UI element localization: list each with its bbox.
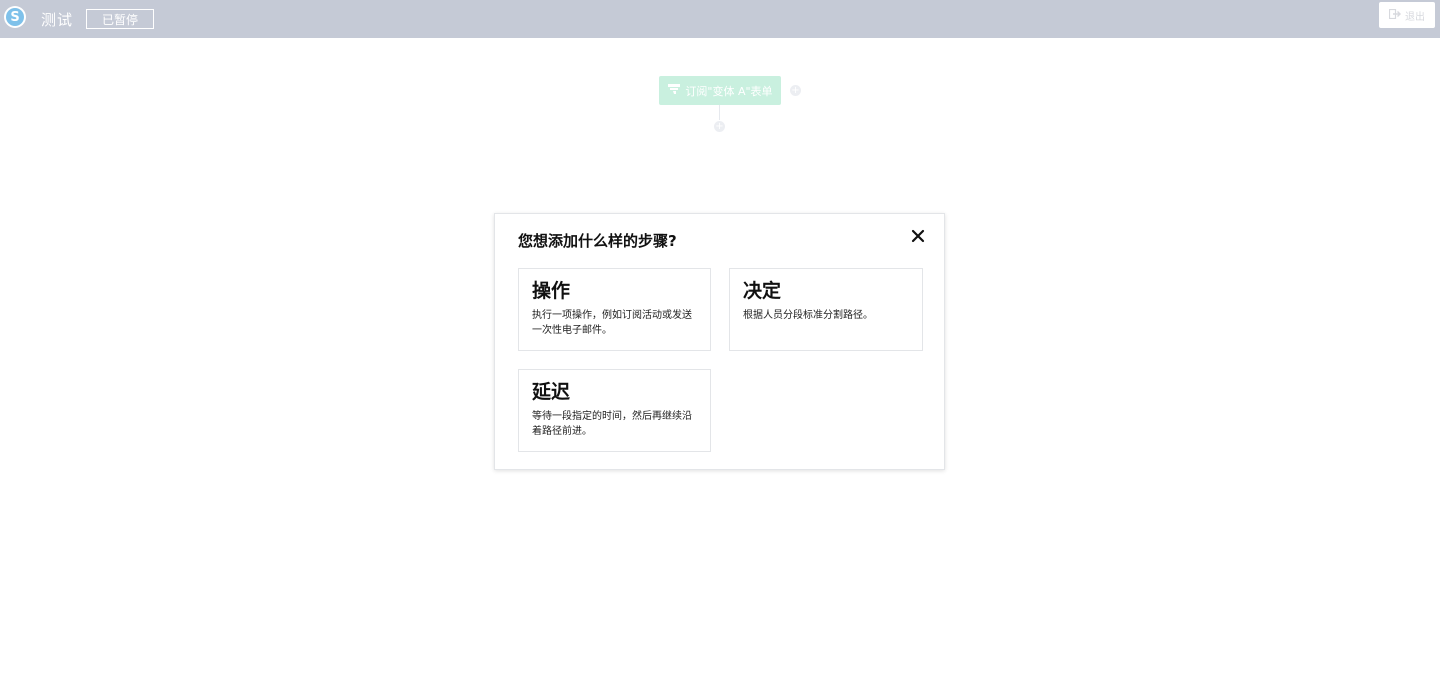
add-step-dialog: 您想添加什么样的步骤? 操作 执行一项操作，例如订阅活动或发送一次性电子邮件。 … [494,213,945,470]
option-description: 等待一段指定的时间，然后再继续沿着路径前进。 [532,411,692,437]
plus-icon: + [715,120,724,132]
option-title: 操作 [532,280,571,302]
trigger-node[interactable]: 订阅"变体 A"表单 [659,76,781,105]
status-badge: 已暂停 [86,9,154,29]
option-decision[interactable]: 决定 根据人员分段标准分割路径。 [729,268,923,351]
option-title: 决定 [743,280,782,302]
plus-icon: + [791,84,800,96]
add-step-button[interactable]: + [714,121,725,132]
page-title: 测试 [41,11,74,29]
form-icon [667,83,681,98]
option-description: 执行一项操作，例如订阅活动或发送一次性电子邮件。 [532,310,692,336]
trigger-label: 订阅"变体 A"表单 [685,84,773,98]
option-delay[interactable]: 延迟 等待一段指定的时间，然后再继续沿着路径前进。 [518,369,711,452]
add-branch-button[interactable]: + [790,85,801,96]
exit-button[interactable]: 退出 [1379,2,1435,28]
option-title: 延迟 [532,381,571,403]
option-action[interactable]: 操作 执行一项操作，例如订阅活动或发送一次性电子邮件。 [518,268,711,351]
dialog-title: 您想添加什么样的步骤? [518,232,677,250]
app-logo[interactable]: S [4,6,26,28]
logo-letter: S [6,8,24,26]
flow-connector [719,105,720,120]
sign-out-icon [1388,8,1401,22]
top-bar: S 测试 已暂停 退出 [0,0,1440,38]
close-icon[interactable] [910,228,926,244]
option-description: 根据人员分段标准分割路径。 [743,310,873,321]
exit-label: 退出 [1405,11,1425,23]
